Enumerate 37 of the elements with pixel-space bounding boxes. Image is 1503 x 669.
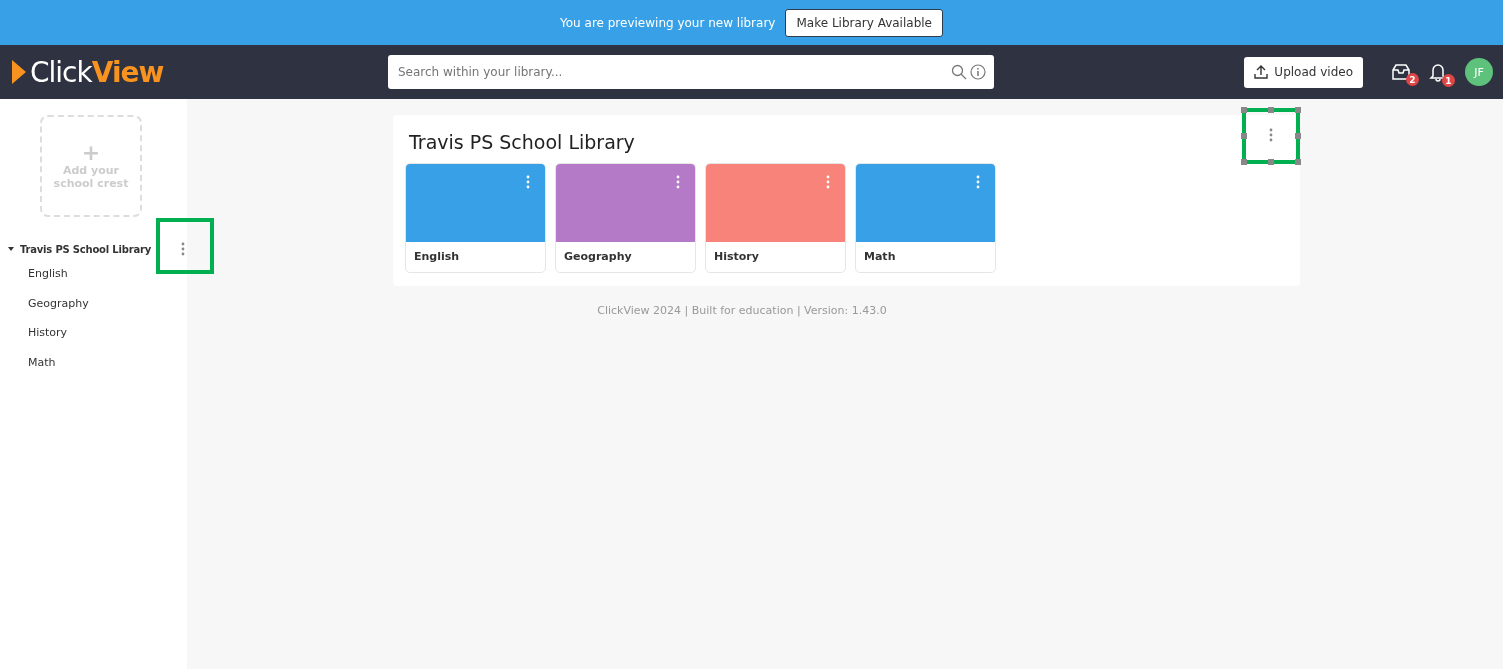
logo[interactable]: ClickView xyxy=(30,55,164,89)
card-options-icon[interactable] xyxy=(976,175,980,189)
bell-icon[interactable] xyxy=(1429,62,1447,82)
library-tree-item[interactable]: Travis PS School Library xyxy=(20,243,151,255)
upload-video-button[interactable]: Upload video xyxy=(1244,56,1363,88)
inbox-badge: 2 xyxy=(1406,73,1419,86)
category-title: Math xyxy=(863,249,897,265)
make-library-available-button[interactable]: Make Library Available xyxy=(785,8,943,37)
library-title: Travis PS School Library xyxy=(409,131,635,153)
category-title: English xyxy=(413,249,461,265)
selection-frame xyxy=(1242,108,1300,164)
search-icon[interactable] xyxy=(951,64,967,80)
card-options-icon[interactable] xyxy=(526,175,530,189)
preview-message: You are previewing your new library xyxy=(560,15,776,30)
category-card[interactable]: English xyxy=(405,163,546,273)
info-icon[interactable] xyxy=(970,64,986,80)
play-triangle-icon xyxy=(12,60,26,84)
category-tree-item[interactable]: English xyxy=(0,259,187,289)
search-field[interactable]: Search within your library... xyxy=(388,55,994,89)
expanded-caret-icon[interactable] xyxy=(8,247,14,251)
category-card[interactable]: Math xyxy=(855,163,996,273)
category-title: Geography xyxy=(563,249,633,265)
more-options-icon[interactable] xyxy=(181,242,185,256)
card-options-icon[interactable] xyxy=(826,175,830,189)
more-options-icon[interactable] xyxy=(1269,128,1273,142)
upload-icon xyxy=(1254,65,1269,79)
footer-text: ClickView 2024 | Built for education | Version: 1.43.0 xyxy=(596,304,888,317)
category-tree-item[interactable]: History xyxy=(0,318,187,348)
category-tree-item[interactable]: Geography xyxy=(0,288,187,318)
category-card[interactable]: Geography xyxy=(555,163,696,273)
card-options-icon[interactable] xyxy=(676,175,680,189)
notification-badge: 1 xyxy=(1442,74,1455,87)
category-tree-item[interactable]: Math xyxy=(0,347,187,377)
category-title: History xyxy=(713,249,760,265)
highlight-frame xyxy=(156,218,214,274)
category-card[interactable]: History xyxy=(705,163,846,273)
inbox-icon[interactable] xyxy=(1391,63,1411,81)
